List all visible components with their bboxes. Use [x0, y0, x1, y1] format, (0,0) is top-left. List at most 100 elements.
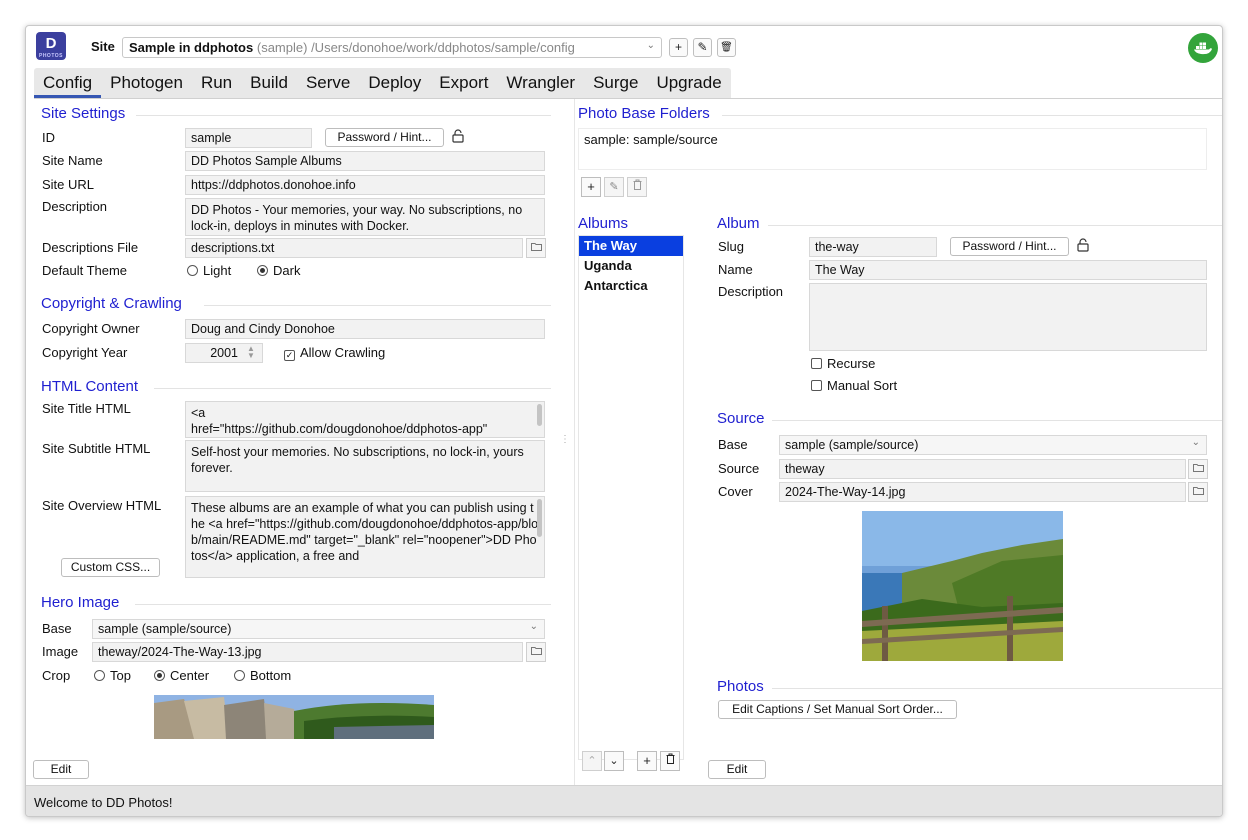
- radio-top[interactable]: [94, 670, 105, 681]
- photos-title: Photos: [717, 678, 764, 695]
- album-description-label: Description: [718, 284, 784, 299]
- edit-base-button[interactable]: ✎: [604, 177, 624, 197]
- source-base-label: Base: [718, 437, 748, 452]
- album-item[interactable]: The Way: [579, 236, 683, 256]
- tab-config[interactable]: Config: [34, 68, 102, 98]
- edit-captions-button[interactable]: Edit Captions / Set Manual Sort Order...: [718, 700, 957, 719]
- pencil-icon: ✎: [697, 40, 708, 54]
- copyright-owner-label: Copyright Owner: [42, 321, 140, 336]
- folder-icon[interactable]: [1188, 459, 1208, 479]
- site-select-path: /Users/donohoe/work/ddphotos/sample/conf…: [311, 40, 575, 55]
- manual-sort-label: Manual Sort: [827, 378, 898, 393]
- radio-dark[interactable]: [257, 265, 268, 276]
- site-name-label: Site Name: [42, 153, 103, 168]
- radio-center[interactable]: [154, 670, 165, 681]
- site-url-field[interactable]: https://ddphotos.donohoe.info: [185, 175, 545, 195]
- tab-export[interactable]: Export: [430, 68, 497, 98]
- site-select-name: Sample in ddphotos: [129, 40, 254, 55]
- albums-list: The Way Uganda Antarctica: [578, 235, 684, 760]
- slug-field[interactable]: the-way: [809, 237, 937, 257]
- site-password-button[interactable]: Password / Hint...: [325, 128, 444, 147]
- album-description-field[interactable]: [809, 283, 1207, 351]
- descriptions-file-field[interactable]: descriptions.txt: [185, 238, 523, 258]
- theme-dark-radio[interactable]: Dark: [257, 263, 300, 278]
- checkbox-icon[interactable]: [811, 358, 822, 369]
- site-title-scrollbar[interactable]: [537, 404, 542, 426]
- site-subtitle-html-field[interactable]: Self-host your memories. No subscription…: [185, 440, 545, 492]
- tab-photogen[interactable]: Photogen: [101, 68, 192, 98]
- recurse-checkbox[interactable]: Recurse: [811, 356, 875, 371]
- checkbox-icon[interactable]: [811, 380, 822, 391]
- manual-sort-checkbox[interactable]: Manual Sort: [811, 378, 897, 393]
- site-overview-scrollbar[interactable]: [537, 499, 542, 537]
- site-overview-html-field[interactable]: These albums are an example of what you …: [185, 496, 545, 578]
- hero-crop-label: Crop: [42, 668, 71, 683]
- site-title-html-field[interactable]: <a href="https://github.com/dougdonohoe/…: [185, 401, 545, 438]
- tab-surge[interactable]: Surge: [584, 68, 647, 98]
- docker-status-icon[interactable]: [1188, 33, 1218, 63]
- crop-top-radio[interactable]: Top: [94, 668, 131, 683]
- album-password-button[interactable]: Password / Hint...: [950, 237, 1069, 256]
- copyright-owner-field[interactable]: Doug and Cindy Donohoe: [185, 319, 545, 339]
- splitter-grip-icon[interactable]: ⋮: [560, 434, 570, 445]
- album-item[interactable]: Uganda: [579, 256, 683, 276]
- tab-build[interactable]: Build: [241, 68, 297, 98]
- source-base-select[interactable]: sample (sample/source) ⌄: [779, 435, 1207, 455]
- app-window: D PHOTOS Site Sample in ddphotos (sample…: [25, 25, 1223, 817]
- hero-image-rule: [135, 604, 551, 605]
- crop-center-radio[interactable]: Center: [154, 668, 209, 683]
- album-name-field[interactable]: The Way: [809, 260, 1207, 280]
- tab-wrangler[interactable]: Wrangler: [497, 68, 584, 98]
- theme-light-radio[interactable]: Light: [187, 263, 231, 278]
- hero-base-select[interactable]: sample (sample/source) ⌄: [92, 619, 545, 639]
- source-field[interactable]: theway: [779, 459, 1186, 479]
- delete-site-button[interactable]: 🗑: [717, 38, 736, 57]
- right-edit-button[interactable]: Edit: [708, 760, 766, 779]
- checkbox-checked-icon[interactable]: ✓: [284, 350, 295, 361]
- delete-album-button[interactable]: [660, 751, 680, 771]
- folder-icon[interactable]: [526, 238, 546, 258]
- site-settings-rule: [136, 115, 551, 116]
- folder-icon[interactable]: [1188, 482, 1208, 502]
- year-stepper-icon[interactable]: ▲ ▼: [247, 345, 255, 360]
- radio-bottom[interactable]: [234, 670, 245, 681]
- copyright-title: Copyright & Crawling: [41, 295, 182, 312]
- allow-crawling-checkbox[interactable]: ✓ Allow Crawling: [284, 345, 385, 361]
- tab-deploy[interactable]: Deploy: [359, 68, 430, 98]
- album-name-label: Name: [718, 262, 753, 277]
- photos-rule: [772, 688, 1222, 689]
- id-field[interactable]: sample: [185, 128, 312, 148]
- plus-icon: +: [643, 753, 651, 768]
- radio-light[interactable]: [187, 265, 198, 276]
- hero-image-preview: [154, 695, 434, 739]
- source-base-value: sample (sample/source): [785, 438, 919, 452]
- photo-base-entry[interactable]: sample: sample/source: [584, 132, 718, 147]
- add-album-button[interactable]: +: [637, 751, 657, 771]
- album-item[interactable]: Antarctica: [579, 276, 683, 296]
- logo-subtext: PHOTOS: [38, 53, 64, 59]
- move-down-button[interactable]: ⌄: [604, 751, 624, 771]
- edit-site-button[interactable]: ✎: [693, 38, 712, 57]
- cover-field[interactable]: 2024-The-Way-14.jpg: [779, 482, 1186, 502]
- tab-serve[interactable]: Serve: [297, 68, 359, 98]
- add-site-button[interactable]: +: [669, 38, 688, 57]
- custom-css-button[interactable]: Custom CSS...: [61, 558, 160, 577]
- site-select[interactable]: Sample in ddphotos (sample) /Users/donoh…: [122, 37, 662, 58]
- delete-base-button[interactable]: [627, 177, 647, 197]
- theme-dark-label: Dark: [273, 263, 301, 278]
- site-name-field[interactable]: DD Photos Sample Albums: [185, 151, 545, 171]
- panel-divider[interactable]: [574, 99, 575, 785]
- crop-bottom-radio[interactable]: Bottom: [234, 668, 291, 683]
- unlock-icon: [452, 129, 464, 146]
- tab-upgrade[interactable]: Upgrade: [647, 68, 730, 98]
- description-field[interactable]: DD Photos - Your memories, your way. No …: [185, 198, 545, 236]
- tab-run[interactable]: Run: [192, 68, 241, 98]
- albums-title: Albums: [578, 215, 629, 232]
- folder-icon[interactable]: [526, 642, 546, 662]
- move-up-button[interactable]: ⌃: [582, 751, 602, 771]
- hero-image-field[interactable]: theway/2024-The-Way-13.jpg: [92, 642, 523, 662]
- left-edit-button[interactable]: Edit: [33, 760, 89, 779]
- id-label: ID: [42, 130, 55, 145]
- add-base-button[interactable]: +: [581, 177, 601, 197]
- photo-base-title: Photo Base Folders: [578, 105, 710, 122]
